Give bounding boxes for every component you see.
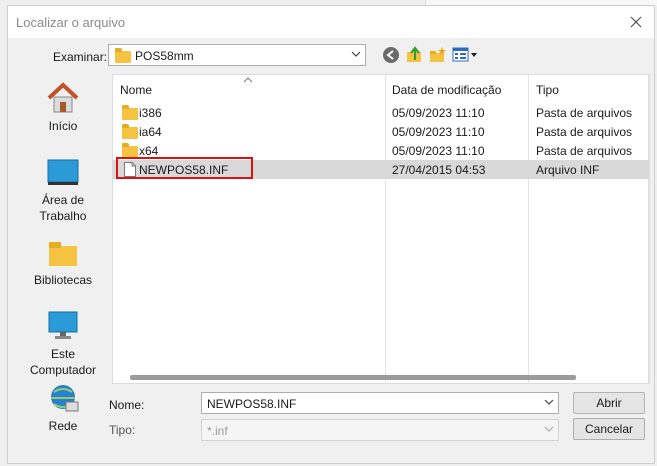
back-arrow-icon bbox=[383, 47, 399, 63]
file-name: ia64 bbox=[139, 125, 162, 139]
look-in-combo[interactable]: POS58mm bbox=[108, 44, 366, 66]
filename-value: NEWPOS58.INF bbox=[207, 397, 297, 411]
file-modified: 05/09/2023 11:10 bbox=[392, 106, 485, 120]
place-network[interactable]: Rede bbox=[17, 382, 109, 434]
place-libraries[interactable]: Bibliotecas bbox=[17, 238, 109, 288]
folder-icon bbox=[122, 105, 138, 120]
chevron-down-icon bbox=[544, 426, 554, 432]
place-home[interactable]: Início bbox=[17, 82, 109, 134]
new-folder-icon bbox=[430, 47, 446, 62]
file-type: Pasta de arquivos bbox=[536, 144, 633, 158]
file-name: x64 bbox=[139, 144, 159, 158]
place-label: Rede bbox=[48, 419, 78, 433]
file-modified: 05/09/2023 11:10 bbox=[392, 125, 485, 139]
libraries-icon bbox=[49, 242, 77, 266]
chevron-down-icon bbox=[351, 51, 361, 57]
file-dialog: Localizar o arquivo Examinar: POS58mm In… bbox=[7, 5, 655, 464]
look-in-value: POS58mm bbox=[135, 49, 194, 63]
filetype-value: *.inf bbox=[207, 424, 228, 438]
up-folder-icon bbox=[407, 46, 421, 62]
column-header-modified[interactable]: Data de modificação bbox=[392, 83, 501, 97]
file-type: Pasta de arquivos bbox=[536, 125, 633, 139]
filename-label: Nome: bbox=[109, 398, 145, 412]
window-title: Localizar o arquivo bbox=[16, 15, 126, 30]
file-type: Pasta de arquivos bbox=[536, 106, 633, 120]
file-row-ia64[interactable]: ia64 05/09/2023 11:10 Pasta de arquivos bbox=[113, 122, 649, 141]
folder-icon bbox=[122, 124, 138, 139]
horizontal-scrollbar[interactable] bbox=[130, 375, 576, 380]
places-bar: Início Área de Trabalho Bibliotecas Este… bbox=[17, 74, 109, 444]
network-icon bbox=[51, 385, 79, 412]
file-list[interactable]: Nome Data de modificação Tipo i386 05/09… bbox=[112, 74, 650, 384]
folder-icon bbox=[115, 48, 131, 63]
place-label: Este Computador bbox=[29, 347, 97, 377]
place-label: Início bbox=[48, 119, 78, 133]
filetype-select[interactable]: *.inf bbox=[201, 419, 559, 441]
new-folder-button[interactable] bbox=[429, 46, 449, 66]
filename-input[interactable]: NEWPOS58.INF bbox=[201, 392, 559, 414]
title-bar: Localizar o arquivo bbox=[8, 6, 654, 38]
close-button[interactable] bbox=[626, 12, 646, 32]
filetype-label: Tipo: bbox=[109, 423, 136, 437]
up-folder-button[interactable] bbox=[406, 46, 426, 66]
close-icon bbox=[630, 16, 642, 28]
chevron-down-icon bbox=[544, 399, 554, 405]
file-name: i386 bbox=[139, 106, 162, 120]
view-menu-button[interactable] bbox=[452, 46, 478, 66]
home-icon bbox=[47, 82, 79, 113]
computer-icon bbox=[48, 311, 78, 339]
back-button[interactable] bbox=[382, 46, 402, 66]
file-modified: 27/04/2015 04:53 bbox=[392, 163, 486, 177]
view-grid-icon bbox=[452, 47, 477, 62]
place-label: Área de Trabalho bbox=[39, 193, 87, 223]
highlight-box bbox=[116, 157, 253, 179]
place-label: Bibliotecas bbox=[33, 273, 93, 287]
place-this-computer[interactable]: Este Computador bbox=[17, 310, 109, 378]
file-type: Arquivo INF bbox=[536, 163, 600, 177]
file-modified: 05/09/2023 11:10 bbox=[392, 144, 485, 158]
look-in-label: Examinar: bbox=[53, 50, 108, 64]
desktop-icon bbox=[47, 159, 79, 185]
place-desktop[interactable]: Área de Trabalho bbox=[17, 158, 109, 224]
open-button[interactable]: Abrir bbox=[573, 392, 645, 414]
cancel-button[interactable]: Cancelar bbox=[573, 418, 645, 440]
column-header-type[interactable]: Tipo bbox=[536, 83, 559, 97]
column-header-name[interactable]: Nome bbox=[120, 83, 152, 97]
file-row-newpos58[interactable]: NEWPOS58.INF 27/04/2015 04:53 Arquivo IN… bbox=[113, 157, 649, 179]
sort-ascending-icon bbox=[243, 77, 253, 83]
file-row-i386[interactable]: i386 05/09/2023 11:10 Pasta de arquivos bbox=[113, 103, 649, 122]
